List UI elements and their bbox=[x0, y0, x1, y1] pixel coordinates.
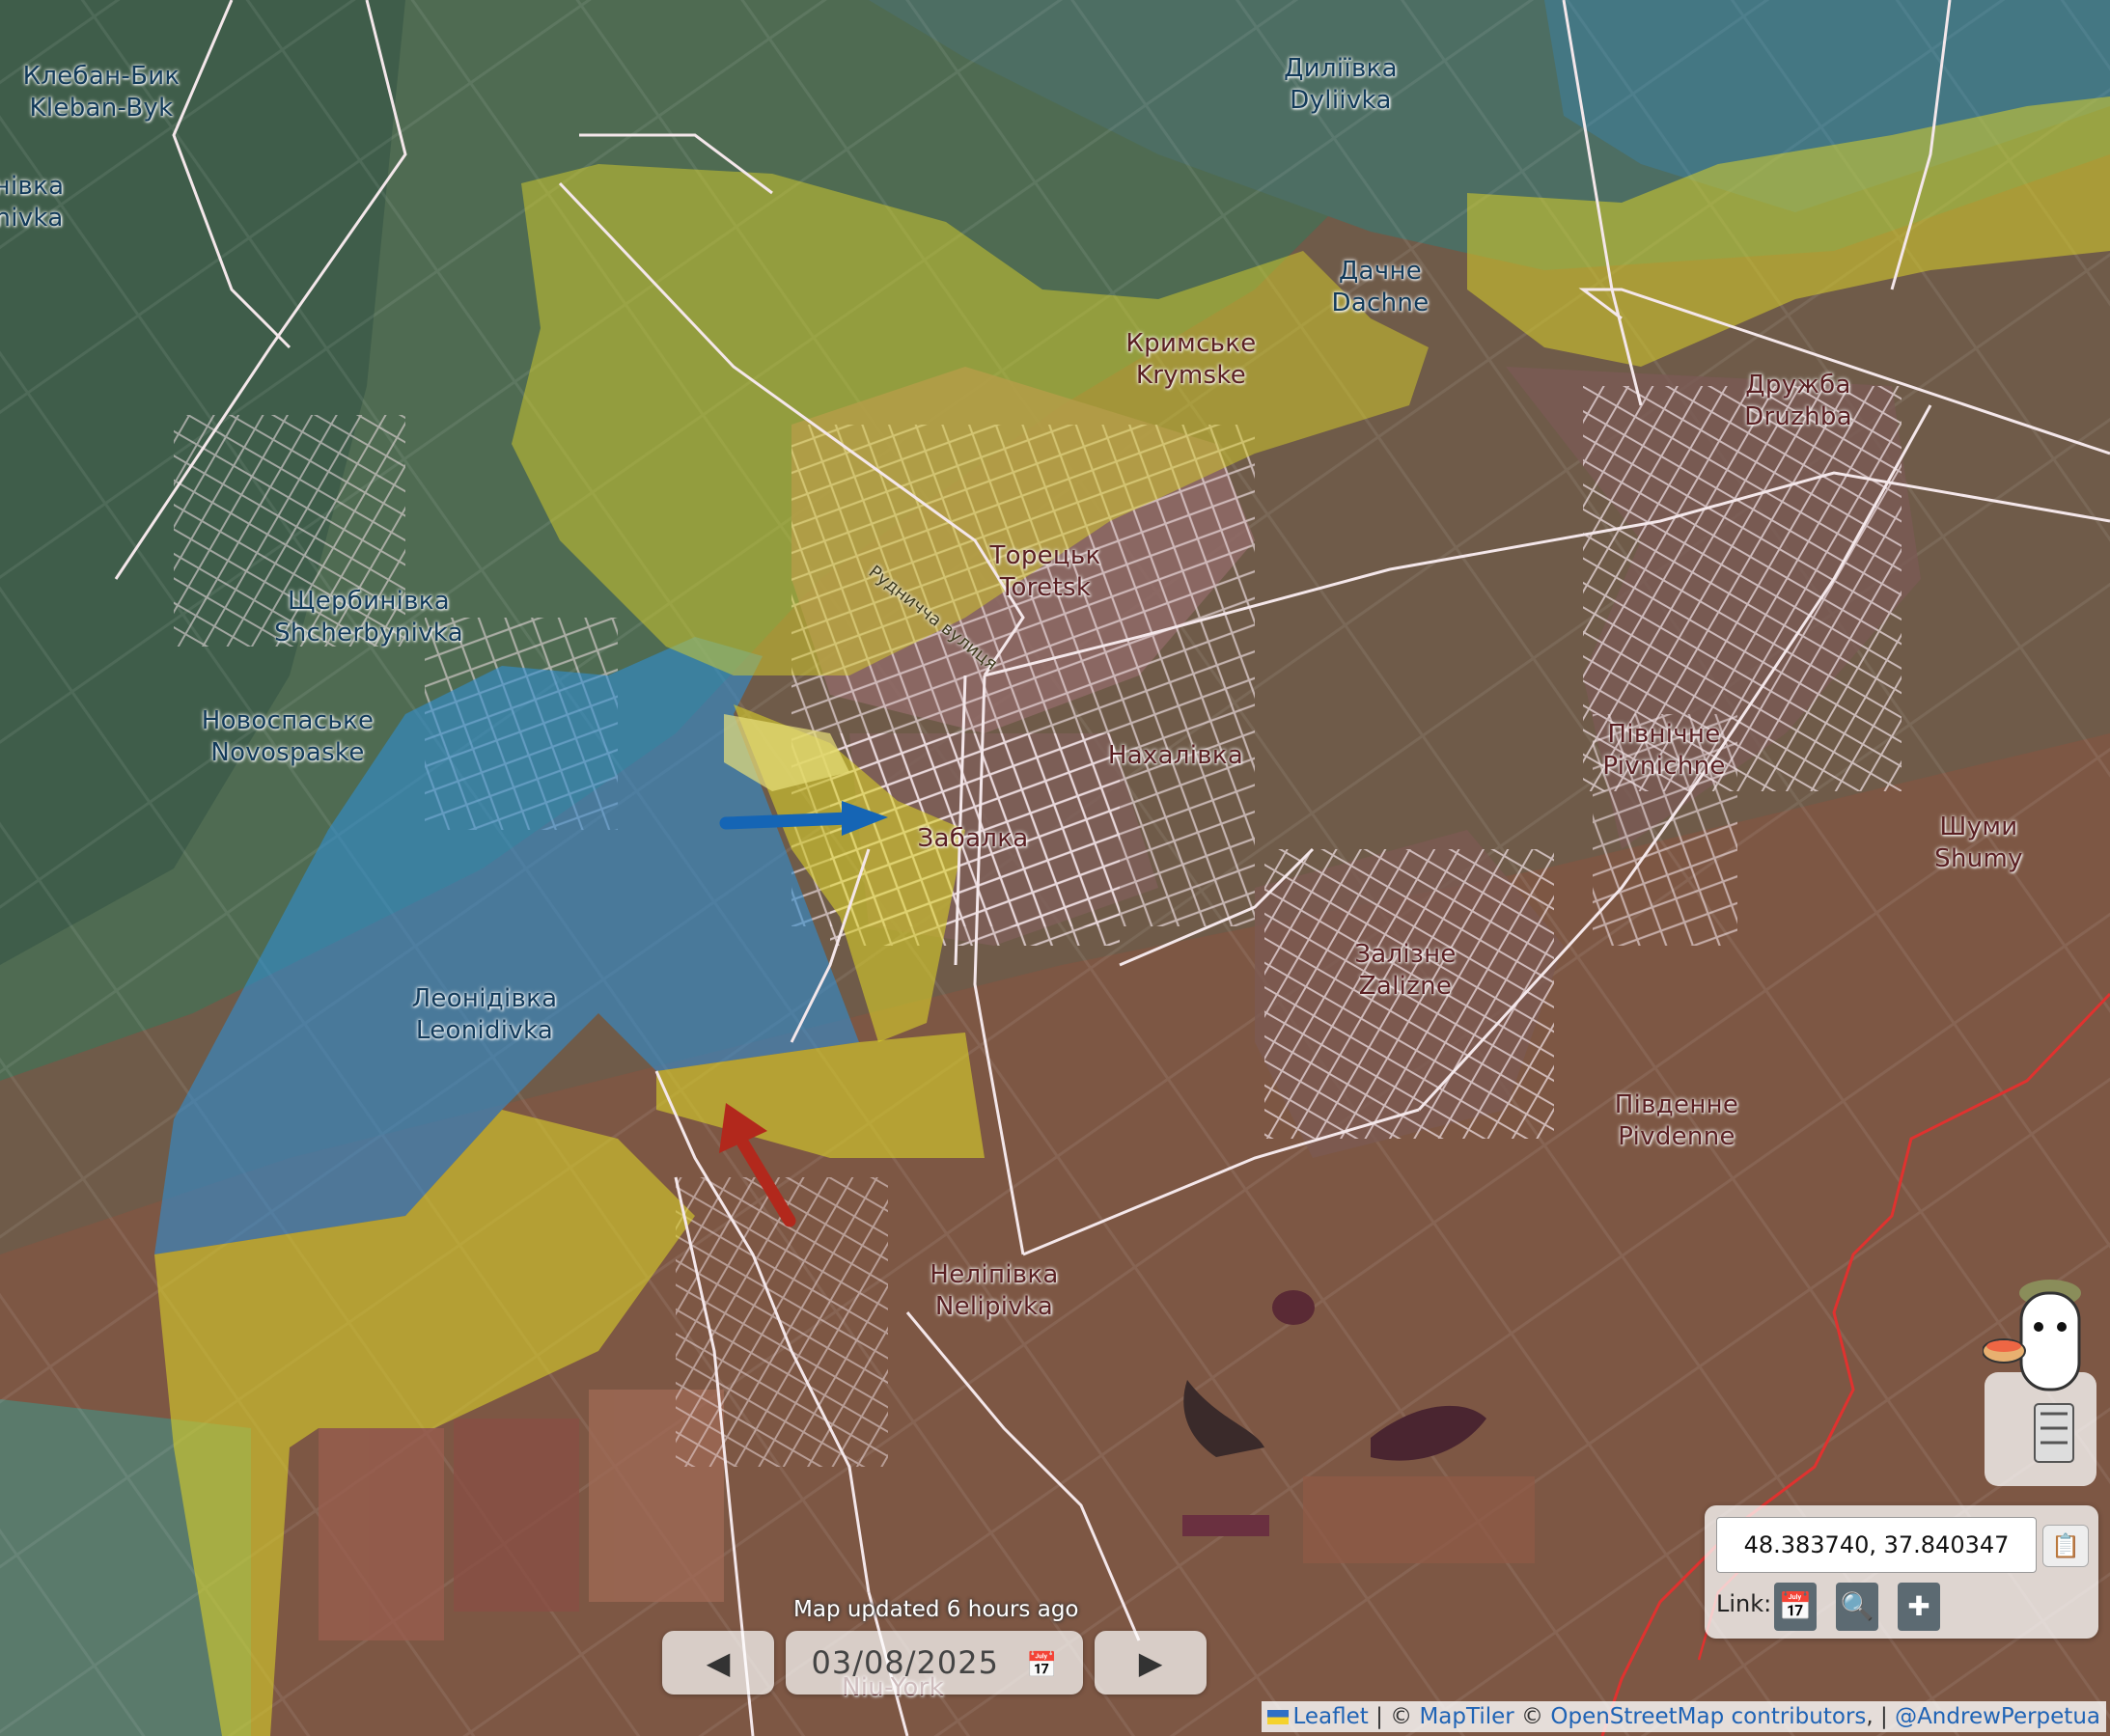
calendar-icon: 📅 bbox=[1026, 1651, 1058, 1680]
label-shcherbynivka: Щербинівка Shcherbynivka bbox=[274, 587, 463, 648]
author-link[interactable]: @AndrewPerpetua bbox=[1895, 1704, 2100, 1729]
reservoir bbox=[1182, 1515, 1269, 1536]
magnifier-icon[interactable]: 🔍 bbox=[1836, 1583, 1878, 1631]
label-nelipivka: Неліпівка Nelipivka bbox=[930, 1260, 1059, 1321]
mascot-icon[interactable] bbox=[1983, 1254, 2102, 1486]
next-arrow-icon: ▶ bbox=[1138, 1644, 1163, 1681]
coordinates-input[interactable]: 48.383740, 37.840347 bbox=[1716, 1517, 2037, 1573]
label-druzhba: Дружба Druzhba bbox=[1744, 371, 1852, 431]
map-updated-text: Map updated 6 hours ago bbox=[793, 1597, 1079, 1622]
ukraine-flag-icon bbox=[1267, 1710, 1290, 1724]
map-canvas[interactable] bbox=[0, 0, 2110, 1736]
label-krymske: Кримське Krymske bbox=[1125, 329, 1257, 390]
attribution-separator: | © bbox=[1368, 1704, 1420, 1729]
label-leonidivka: Леонідівка Leonidivka bbox=[411, 984, 558, 1045]
label-pivdenne: Південне Pivdenne bbox=[1614, 1090, 1739, 1151]
date-picker[interactable]: 03/08/2025 📅 bbox=[786, 1631, 1083, 1695]
leaflet-link[interactable]: Leaflet bbox=[1292, 1704, 1368, 1729]
maptiler-link[interactable]: MapTiler bbox=[1419, 1704, 1513, 1729]
label-nakhalivka: Нахалівка bbox=[1107, 741, 1244, 770]
label-nivka: нівка nivka bbox=[0, 172, 65, 233]
date-value: 03/08/2025 bbox=[811, 1644, 999, 1681]
label-dachne: Дачне Dachne bbox=[1331, 257, 1430, 317]
label-toretsk: Торецьк Toretsk bbox=[989, 541, 1101, 602]
attribution-separator: © bbox=[1513, 1704, 1551, 1729]
attribution: Leaflet | © MapTiler © OpenStreetMap con… bbox=[1262, 1701, 2106, 1732]
crosshair-icon[interactable]: ✚ bbox=[1898, 1583, 1940, 1631]
label-novospaske: Новоспаське Novospaske bbox=[201, 706, 375, 767]
label-kleban-byk: Клебан-Бик Kleban-Byk bbox=[22, 62, 180, 123]
previous-date-button[interactable]: ◀ bbox=[662, 1631, 774, 1695]
osm-link[interactable]: OpenStreetMap contributors bbox=[1550, 1704, 1866, 1729]
calendar-icon[interactable]: 📅 bbox=[1774, 1583, 1817, 1631]
prev-arrow-icon: ◀ bbox=[706, 1644, 731, 1681]
label-pivnichne: Північне Pivnichne bbox=[1602, 720, 1726, 781]
label-zabalka: Забалка bbox=[917, 824, 1029, 853]
coordinates-panel: 48.383740, 37.840347 📋 Link: 📅 🔍 ✚ bbox=[1705, 1505, 2098, 1639]
attribution-separator: , | bbox=[1866, 1704, 1896, 1729]
label-dyliivka: Диліївка Dyliivka bbox=[1284, 54, 1398, 115]
pond bbox=[1272, 1290, 1315, 1325]
label-zalizne: Залізне Zalizne bbox=[1354, 940, 1457, 1001]
link-label: Link: bbox=[1716, 1590, 1772, 1617]
label-shumy: Шуми Shumy bbox=[1934, 813, 2023, 873]
clipboard-icon[interactable]: 📋 bbox=[2042, 1525, 2089, 1567]
next-date-button[interactable]: ▶ bbox=[1095, 1631, 1207, 1695]
